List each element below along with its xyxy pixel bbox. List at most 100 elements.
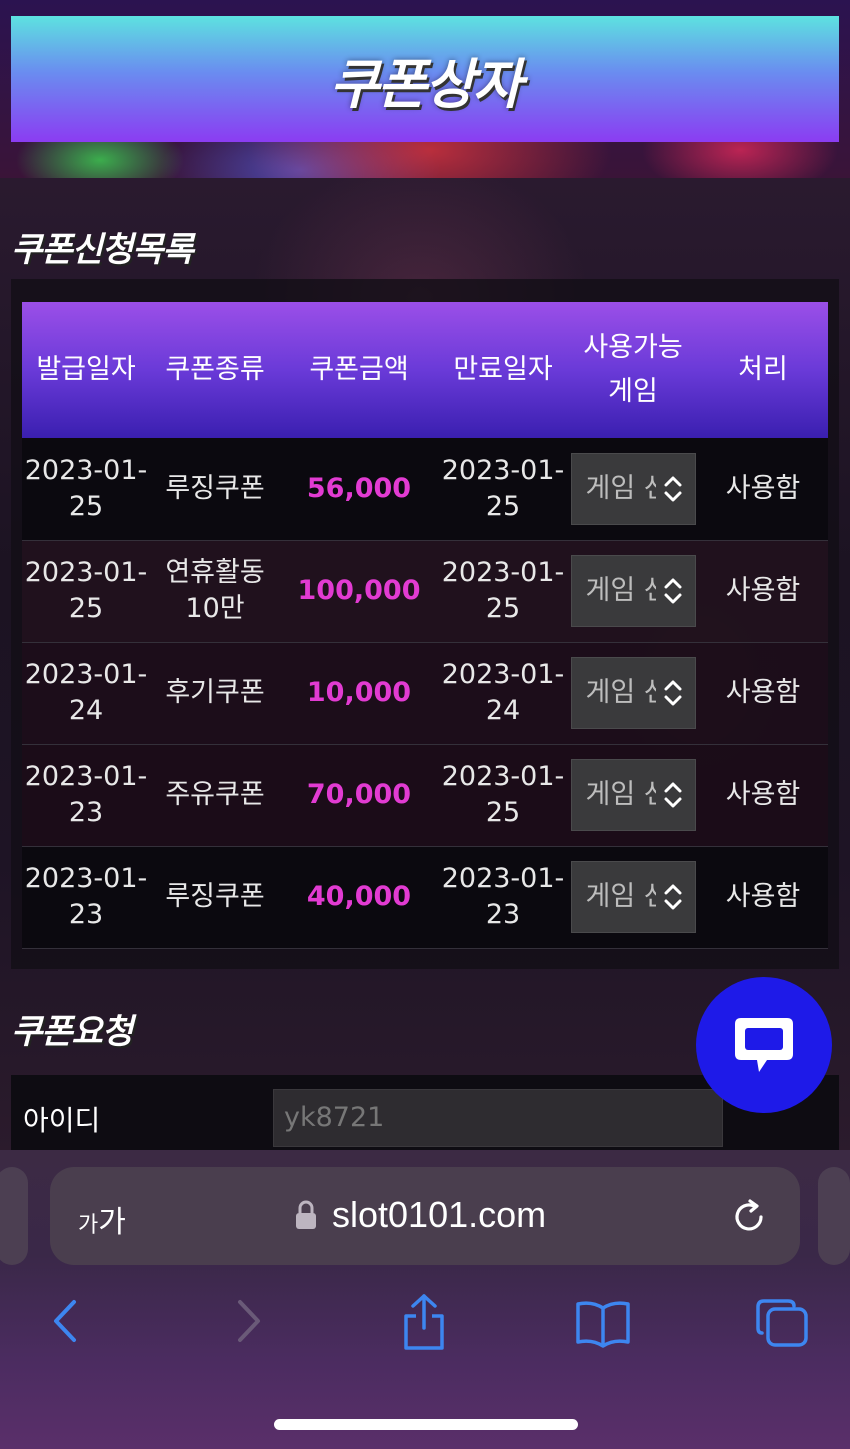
text-size-large: 가 bbox=[98, 1205, 126, 1240]
expiry-date-text: 2023-01- 23 bbox=[441, 863, 565, 930]
issued-date-text: 2023-01- 25 bbox=[24, 454, 148, 522]
coupon-table: 발급일자 쿠폰종류 쿠폰금액 만료일자 사용가능 게임 처리 2023-01- … bbox=[22, 302, 828, 949]
game-select[interactable]: 게임 선 bbox=[570, 861, 696, 933]
coupon-type-text: 루징쿠폰 bbox=[165, 881, 265, 912]
bookmarks-icon[interactable] bbox=[574, 1298, 632, 1348]
expiry-date-text: 2023-01- 25 bbox=[441, 557, 565, 624]
game-select-cell: 게임 선 bbox=[568, 438, 698, 541]
expiry-date-text: 2023-01- 25 bbox=[441, 454, 565, 522]
game-select-cell: 게임 선 bbox=[568, 846, 698, 949]
action-text: 사용함 bbox=[725, 575, 801, 606]
expiry-date-cell: 2023-01- 23 bbox=[438, 846, 568, 949]
table-row: 2023-01- 25 연휴활동 10만 100,000 2023-01- 25 게임 … bbox=[22, 540, 828, 643]
issued-date-text: 2023-01- 25 bbox=[24, 557, 148, 624]
coupon-amount-text: 70,000 bbox=[306, 779, 412, 810]
chevron-updown-icon bbox=[664, 680, 681, 706]
coupon-type-cell: 루징쿠폰 bbox=[150, 438, 280, 541]
issued-date-cell: 2023-01- 23 bbox=[22, 846, 150, 949]
address-bar[interactable]: 가가 slot0101.com bbox=[50, 1167, 800, 1265]
chevron-updown-icon bbox=[664, 884, 681, 910]
coupon-amount-text: 100,000 bbox=[297, 575, 421, 606]
coupon-amount-cell: 100,000 bbox=[280, 540, 438, 643]
page-banner: 쿠폰상자 bbox=[11, 16, 839, 142]
coupon-request-title: 쿠폰요청 bbox=[11, 1012, 133, 1052]
coupon-type-cell: 연휴활동 10만 bbox=[150, 540, 280, 643]
page-title: 쿠폰상자 bbox=[329, 52, 523, 116]
issued-date-cell: 2023-01- 23 bbox=[22, 744, 150, 847]
coupon-amount-text: 10,000 bbox=[306, 677, 412, 708]
id-input[interactable]: yk8721 bbox=[273, 1089, 723, 1147]
table-header-row: 발급일자 쿠폰종류 쿠폰금액 만료일자 사용가능 게임 처리 bbox=[22, 302, 828, 438]
game-select[interactable]: 게임 선 bbox=[570, 759, 696, 831]
chevron-updown-icon bbox=[664, 782, 681, 808]
action-cell: 사용함 bbox=[698, 642, 828, 745]
column-header-action: 처리 bbox=[698, 302, 828, 438]
issued-date-cell: 2023-01- 24 bbox=[22, 642, 150, 745]
chat-bubble-icon bbox=[735, 1018, 793, 1072]
column-header-amount: 쿠폰금액 bbox=[280, 302, 438, 438]
back-arrow-icon[interactable] bbox=[50, 1296, 80, 1346]
issued-date-cell: 2023-01- 25 bbox=[22, 438, 150, 541]
issued-date-text: 2023-01- 24 bbox=[24, 659, 148, 726]
issued-date-text: 2023-01- 23 bbox=[24, 863, 148, 930]
coupon-type-cell: 루징쿠폰 bbox=[150, 846, 280, 949]
id-label: 아이디 bbox=[23, 1104, 101, 1137]
coupon-type-text: 연휴활동 10만 bbox=[165, 557, 265, 624]
coupon-type-text: 후기쿠폰 bbox=[165, 677, 265, 708]
column-header-issued: 발급일자 bbox=[22, 302, 150, 438]
action-text: 사용함 bbox=[725, 779, 801, 810]
reload-icon[interactable] bbox=[730, 1197, 770, 1237]
coupon-list-title: 쿠폰신청목록 bbox=[11, 230, 194, 270]
action-cell: 사용함 bbox=[698, 540, 828, 643]
action-cell: 사용함 bbox=[698, 744, 828, 847]
expiry-date-cell: 2023-01- 25 bbox=[438, 744, 568, 847]
tabs-icon[interactable] bbox=[754, 1297, 810, 1349]
issued-date-text: 2023-01- 23 bbox=[24, 761, 148, 828]
hero-background: 쿠폰상자 bbox=[0, 0, 850, 178]
coupon-type-text: 주유쿠폰 bbox=[165, 779, 265, 810]
game-select-value: 게임 선 bbox=[585, 881, 656, 912]
issued-date-cell: 2023-01- 25 bbox=[22, 540, 150, 643]
game-select[interactable]: 게임 선 bbox=[570, 452, 696, 525]
table-row: 2023-01- 23 루징쿠폰 40,000 2023-01- 23 게임 선 사용함 bbox=[22, 846, 828, 949]
column-header-expires: 만료일자 bbox=[438, 302, 568, 438]
url-domain: slot0101.com bbox=[332, 1194, 547, 1235]
game-select-cell: 게임 선 bbox=[568, 744, 698, 847]
table-row: 2023-01- 23 주유쿠폰 70,000 2023-01- 25 게임 선 사용함 bbox=[22, 744, 828, 847]
coupon-type-cell: 후기쿠폰 bbox=[150, 642, 280, 745]
game-select-value: 게임 선 bbox=[585, 472, 656, 504]
column-header-game: 사용가능 게임 bbox=[568, 302, 698, 438]
forward-arrow-icon[interactable] bbox=[234, 1296, 264, 1346]
expiry-date-text: 2023-01- 25 bbox=[441, 761, 565, 828]
coupon-type-cell: 주유쿠폰 bbox=[150, 744, 280, 847]
game-select-value: 게임 선 bbox=[585, 575, 656, 606]
coupon-amount-cell: 70,000 bbox=[280, 744, 438, 847]
home-indicator[interactable] bbox=[274, 1419, 578, 1430]
text-size-button[interactable]: 가가 bbox=[78, 1197, 126, 1241]
action-text: 사용함 bbox=[725, 677, 801, 708]
text-size-small: 가 bbox=[78, 1213, 99, 1238]
coupon-amount-cell: 40,000 bbox=[280, 846, 438, 949]
action-text: 사용함 bbox=[725, 472, 801, 504]
coupon-type-text: 루징쿠폰 bbox=[165, 472, 265, 504]
game-select[interactable]: 게임 선 bbox=[570, 657, 696, 729]
chat-button[interactable] bbox=[696, 977, 832, 1113]
expiry-date-cell: 2023-01- 25 bbox=[438, 438, 568, 541]
coupon-amount-cell: 10,000 bbox=[280, 642, 438, 745]
chevron-updown-icon bbox=[664, 476, 681, 502]
next-tab-edge[interactable] bbox=[818, 1167, 850, 1265]
share-icon[interactable] bbox=[400, 1292, 448, 1352]
table-row: 2023-01- 25 루징쿠폰 56,000 2023-01- 25 게임 선 사용함 bbox=[22, 438, 828, 541]
coupon-amount-text: 56,000 bbox=[306, 472, 412, 504]
lock-icon bbox=[296, 1200, 316, 1229]
column-header-type: 쿠폰종류 bbox=[150, 302, 280, 438]
previous-tab-edge[interactable] bbox=[0, 1167, 28, 1265]
action-text: 사용함 bbox=[725, 881, 801, 912]
game-select-cell: 게임 선 bbox=[568, 642, 698, 745]
expiry-date-cell: 2023-01- 25 bbox=[438, 540, 568, 643]
game-select-cell: 게임 선 bbox=[568, 540, 698, 643]
game-select[interactable]: 게임 선 bbox=[570, 555, 696, 627]
expiry-date-cell: 2023-01- 24 bbox=[438, 642, 568, 745]
action-cell: 사용함 bbox=[698, 846, 828, 949]
chevron-updown-icon bbox=[664, 578, 681, 604]
